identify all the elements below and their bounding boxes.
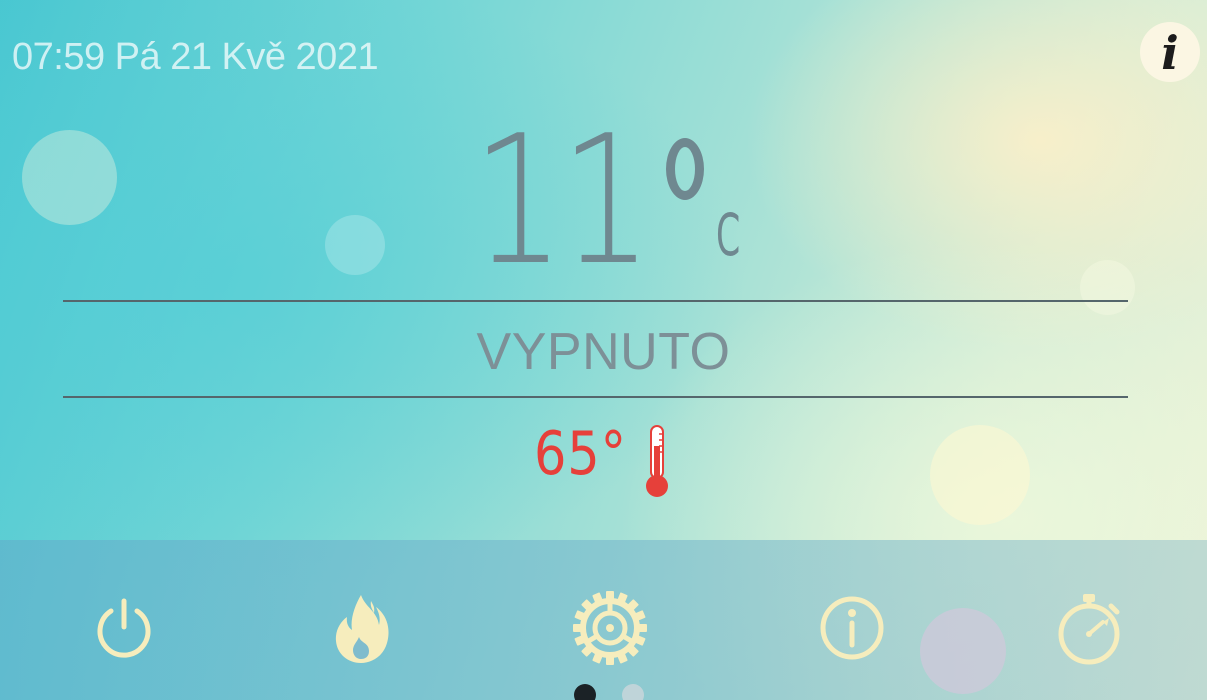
water-temperature: 65°	[534, 419, 668, 504]
divider-top	[63, 300, 1128, 302]
flame-icon	[335, 595, 389, 663]
thermostat-screen: 07:59 Pá 21 Kvě 2021 i 11 C VYPNUTO 65°	[0, 0, 1207, 700]
settings-button[interactable]	[570, 588, 650, 668]
background-bokeh	[22, 130, 117, 225]
power-icon	[97, 598, 151, 658]
timer-button[interactable]	[1050, 588, 1130, 668]
information-button[interactable]	[812, 588, 892, 668]
water-temperature-value: 65°	[534, 419, 627, 489]
background-bokeh	[325, 215, 385, 275]
stopwatch-icon	[1058, 594, 1120, 665]
info-button[interactable]: i	[1140, 22, 1200, 82]
gear-icon	[573, 591, 647, 665]
info-icon: i	[1161, 26, 1179, 80]
status-label: VYPNUTO	[476, 323, 731, 381]
power-button[interactable]	[84, 588, 164, 668]
degree-symbol	[666, 138, 704, 200]
info-circle-icon	[820, 596, 884, 660]
datetime-label: 07:59 Pá 21 Kvě 2021	[12, 36, 379, 78]
thermometer-icon	[646, 425, 668, 497]
temperature-value: 11	[472, 97, 653, 304]
page-dot-active[interactable]	[574, 684, 596, 700]
heating-button[interactable]	[322, 588, 402, 668]
background-bokeh	[1080, 260, 1135, 315]
background-bokeh	[930, 425, 1030, 525]
current-temperature: 11 C	[472, 112, 792, 290]
page-indicator	[574, 682, 654, 700]
page-dot[interactable]	[622, 684, 644, 700]
divider-bottom	[63, 396, 1128, 398]
temperature-unit: C	[716, 201, 741, 269]
